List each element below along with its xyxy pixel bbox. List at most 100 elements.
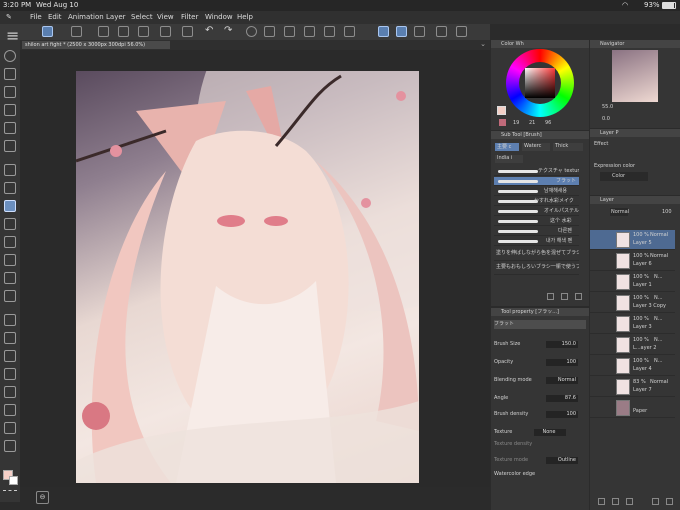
layer-mask-icon[interactable] [652, 498, 659, 505]
sub-tool-tab-thick[interactable]: Thick [553, 143, 583, 151]
canvas-artwork[interactable] [76, 71, 419, 483]
sub-tool-tab-watercolor[interactable]: Waterc [522, 143, 550, 151]
pen-icon[interactable] [4, 164, 16, 176]
balloon-icon[interactable] [4, 422, 16, 434]
angle-row[interactable]: Angle 87.6 [494, 394, 586, 403]
brush-item[interactable]: 내가 해색 펜 [494, 237, 579, 246]
frame-icon[interactable] [4, 350, 16, 362]
redo-icon[interactable]: ↷ [224, 26, 235, 37]
brush-item[interactable]: テクスチャ texture brush [494, 167, 579, 176]
blend-icon[interactable] [4, 272, 16, 284]
brush-item[interactable]: 这个 水彩 [494, 217, 579, 226]
pen-mode-icon[interactable] [378, 26, 389, 37]
menu-filter[interactable]: Filter [181, 13, 198, 21]
select-icon[interactable] [324, 26, 335, 37]
new-file-icon[interactable] [98, 26, 109, 37]
new-raster-layer-icon[interactable] [598, 498, 605, 505]
figure-icon[interactable] [4, 332, 16, 344]
menu-help[interactable]: Help [237, 13, 253, 21]
hand-icon[interactable] [4, 68, 16, 80]
navigator-rotation[interactable]: 0.0 [602, 116, 610, 122]
magic-wand-icon[interactable] [4, 122, 16, 134]
layer-opacity-value[interactable]: 100 [662, 208, 678, 216]
layer-item[interactable]: 100 % N... Layer 3 [590, 314, 675, 334]
brush-size-row[interactable]: Brush Size 150.0 [494, 340, 586, 349]
transparent-color-icon[interactable] [3, 490, 17, 493]
opacity-value[interactable]: 100 [546, 359, 578, 366]
brush-item[interactable]: 남재해새용 [494, 187, 579, 196]
decoration-icon[interactable] [4, 236, 16, 248]
correct-line-icon[interactable] [4, 440, 16, 452]
sub-tool-tab-main[interactable]: 主要 c [495, 143, 519, 151]
undo-icon[interactable]: ↶ [205, 26, 216, 37]
saturation-square[interactable] [525, 68, 555, 98]
blending-row[interactable]: Blending mode Normal [494, 376, 586, 385]
brush-item[interactable]: 다른펜 [494, 227, 579, 236]
move-icon[interactable] [4, 86, 16, 98]
menu-edit[interactable]: Edit [48, 13, 62, 21]
brush-item[interactable]: 塗りを伸ばしながら色を混ぜてブラシ [494, 249, 579, 261]
menu-file[interactable]: File [30, 13, 42, 21]
menu-layer[interactable]: Layer [106, 13, 126, 21]
page-manager-icon[interactable]: ⊖ [36, 491, 49, 504]
duplicate-subtool-icon[interactable] [561, 293, 568, 300]
snap-2-icon[interactable] [436, 26, 447, 37]
export-2-icon[interactable] [182, 26, 193, 37]
navigator-zoom[interactable]: 55.0 [602, 104, 613, 110]
zoom-icon[interactable] [4, 50, 16, 62]
fill-bucket-icon[interactable] [4, 290, 16, 302]
airbrush-icon[interactable] [4, 218, 16, 230]
brush-size-value[interactable]: 150.0 [546, 341, 578, 348]
density-row[interactable]: Brush density 100 [494, 410, 586, 419]
new-vector-layer-icon[interactable] [612, 498, 619, 505]
lasso-icon[interactable] [4, 104, 16, 116]
angle-value[interactable]: 87.6 [546, 395, 578, 402]
layer-item[interactable]: 100 % Normal Layer 6 [590, 251, 675, 271]
settings-icon[interactable] [246, 26, 257, 37]
layer-item-paper[interactable]: Paper [590, 398, 675, 418]
hamburger-icon[interactable]: ≡ [6, 26, 19, 45]
sub-tool-tab-india[interactable]: India i [495, 155, 523, 163]
brush-item[interactable]: かすれ水彩メイク [494, 197, 579, 206]
save-icon[interactable] [138, 26, 149, 37]
current-color-swatch[interactable] [497, 106, 506, 115]
layer-item[interactable]: 100 % N... Layer 1 [590, 272, 675, 292]
delete-layer-icon[interactable] [666, 498, 673, 505]
document-tab[interactable]: shilon art fight * (2500 x 3000px 300dpi… [22, 41, 170, 49]
watercolor-row[interactable]: Watercolor edge [494, 470, 586, 479]
ruler-pen-icon[interactable] [396, 26, 407, 37]
app-icon[interactable]: ✎ [6, 13, 12, 21]
delete-subtool-icon[interactable] [575, 293, 582, 300]
eyedropper-icon[interactable] [4, 140, 16, 152]
sub-color-swatch[interactable] [9, 476, 18, 485]
brush-item[interactable]: 主要もおもしろいブラシ一賑で使うブラシ [494, 263, 579, 275]
layer-item[interactable]: 100 % N... Layer 4 [590, 356, 675, 376]
texture-mode-select[interactable]: Outline [546, 457, 578, 464]
export-icon[interactable] [160, 26, 171, 37]
snap-icon[interactable] [414, 26, 425, 37]
tab-menu-chevron-icon[interactable]: ⌄ [480, 40, 486, 48]
ruler-icon[interactable] [4, 368, 16, 380]
menu-select[interactable]: Select [131, 13, 153, 21]
menu-view[interactable]: View [157, 13, 174, 21]
layer-blend-select[interactable]: Normal [610, 208, 629, 216]
text-icon[interactable] [4, 404, 16, 416]
layer-item[interactable]: 100 % N... Layer 3 Copy [590, 293, 675, 313]
crop-icon[interactable] [264, 26, 275, 37]
clear-icon[interactable] [304, 26, 315, 37]
opacity-row[interactable]: Opacity 100 [494, 358, 586, 367]
layer-item[interactable]: 100 % Normal Layer 5 [590, 230, 675, 250]
gradient-icon[interactable] [4, 314, 16, 326]
fill-icon[interactable] [284, 26, 295, 37]
add-subtool-icon[interactable] [547, 293, 554, 300]
menu-window[interactable]: Window [205, 13, 233, 21]
blending-select[interactable]: Normal [546, 377, 578, 384]
new-folder-icon[interactable] [626, 498, 633, 505]
open-file-icon[interactable] [118, 26, 129, 37]
density-value[interactable]: 100 [546, 411, 578, 418]
texture-row[interactable]: Texture None [494, 428, 586, 437]
pencil-icon[interactable] [4, 182, 16, 194]
previous-color-swatch[interactable] [499, 119, 506, 126]
resize-icon[interactable] [71, 26, 82, 37]
operation-icon[interactable] [4, 386, 16, 398]
